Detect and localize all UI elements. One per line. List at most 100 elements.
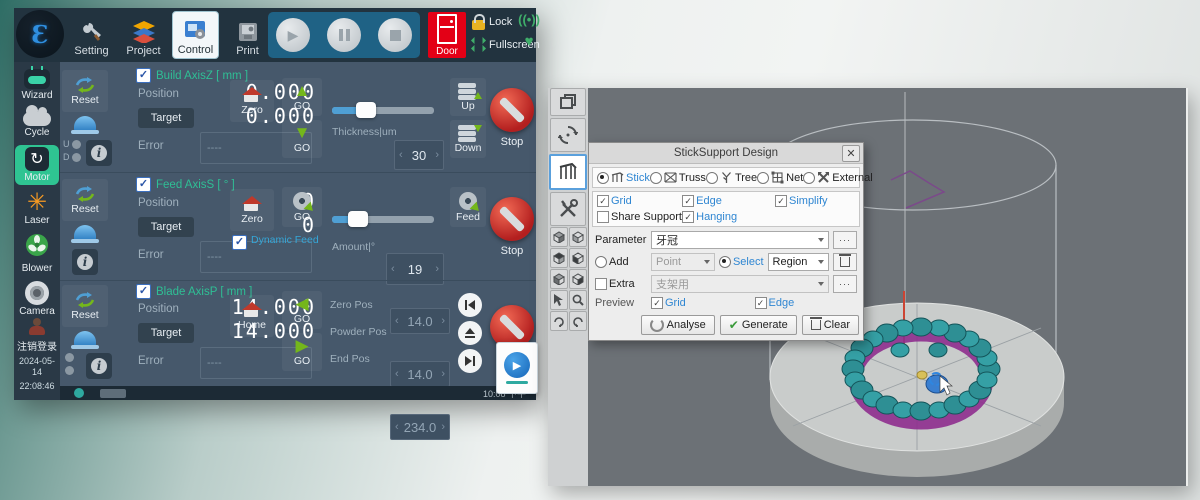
zero-pos-spinner[interactable]: 14.0 — [390, 308, 450, 334]
home-button[interactable]: Home — [230, 295, 274, 337]
zoom-button[interactable] — [569, 290, 587, 310]
view-cube-button[interactable] — [550, 248, 568, 268]
view-cube-button[interactable] — [569, 248, 587, 268]
view-cube-button[interactable] — [569, 227, 587, 247]
rotate-ccw-90-button[interactable] — [569, 311, 587, 331]
view-cube-button[interactable] — [550, 227, 568, 247]
select-radio[interactable]: Select — [719, 256, 764, 268]
powder-pos-spinner[interactable]: 14.0 — [390, 361, 450, 387]
type-option-truss[interactable]: Truss — [650, 171, 706, 184]
parameter-combo[interactable]: 牙冠 — [651, 231, 829, 249]
clear-button[interactable]: Clear — [802, 315, 859, 335]
thickness-spinner[interactable]: 30 — [394, 140, 444, 170]
sidebar-item-wizard[interactable]: Wizard — [14, 69, 60, 101]
extra-combo[interactable]: 支架用 — [651, 275, 829, 293]
go-feed-button[interactable]: GO — [282, 187, 322, 227]
select-cursor-button[interactable] — [550, 290, 568, 310]
slider-knob[interactable] — [348, 211, 368, 227]
signal-icon[interactable]: ((•)) — [518, 12, 540, 27]
go-start-button[interactable] — [458, 293, 482, 317]
sidebar-item-blower[interactable]: Blower — [14, 233, 60, 274]
reset-button[interactable]: Reset — [62, 70, 108, 112]
target-button[interactable]: Target — [138, 108, 194, 128]
preview-grid-checkbox[interactable]: ✓ Grid — [651, 297, 751, 309]
target-button[interactable]: Target — [138, 217, 194, 237]
eject-button[interactable] — [458, 321, 482, 345]
parameter-more-button[interactable]: ··· — [833, 231, 857, 249]
info-button[interactable]: i — [86, 353, 112, 379]
lock-button[interactable]: Lock — [472, 14, 512, 30]
grid-checkbox[interactable]: ✓ Grid — [597, 195, 682, 207]
extra-checkbox[interactable]: Extra — [595, 278, 647, 290]
add-mode-combo[interactable]: Point — [651, 253, 715, 271]
play-circle-icon[interactable]: ▶ — [504, 352, 530, 378]
delete-selection-button[interactable] — [833, 253, 857, 271]
analyse-button[interactable]: Analyse — [641, 315, 715, 335]
layer-down-button[interactable]: Down — [450, 120, 486, 158]
sidebar-item-motor[interactable]: ↻ Motor — [15, 145, 59, 185]
radio-selected-icon — [597, 172, 609, 184]
extra-more-button[interactable]: ··· — [833, 275, 857, 293]
door-button[interactable]: Door — [428, 12, 466, 58]
play-button[interactable]: ▶ — [276, 18, 310, 52]
preview-edge-checkbox[interactable]: ✓ Edge — [755, 297, 795, 309]
rotate-cw-90-button[interactable] — [550, 311, 568, 331]
go-right-button[interactable]: ▶ GO — [282, 333, 322, 371]
feed-speed-slider[interactable] — [332, 216, 434, 223]
sidebar-item-laser[interactable]: ✳ Laser — [14, 192, 60, 226]
sidebar-item-cycle[interactable]: Cycle — [14, 108, 60, 138]
go-up-button[interactable]: ▲ GO — [282, 78, 322, 116]
type-option-external[interactable]: External — [803, 171, 872, 184]
type-option-net[interactable]: Net — [757, 171, 803, 184]
build-stop-button[interactable]: Stop — [490, 72, 534, 164]
media-player-popup[interactable]: ▶ — [496, 342, 538, 394]
import-object-button[interactable] — [550, 88, 586, 116]
slider-knob[interactable] — [356, 102, 376, 118]
target-button[interactable]: Target — [138, 323, 194, 343]
edge-checkbox[interactable]: ✓ Edge — [682, 195, 775, 207]
select-mode-combo[interactable]: Region — [768, 253, 829, 271]
heartbeat-icon[interactable]: ♥ — [525, 33, 534, 50]
type-option-stick[interactable]: Stick — [597, 171, 650, 184]
up-arrow-icon: ▲ — [294, 83, 311, 99]
close-icon[interactable]: ✕ — [842, 145, 860, 162]
type-option-tree[interactable]: Tree — [706, 171, 757, 184]
build-platform-3d-view[interactable]: StickSupport Design ✕ Stick Truss — [588, 88, 1186, 486]
hanging-checkbox[interactable]: ✓ Hanging — [682, 211, 737, 223]
info-button[interactable]: i — [72, 249, 98, 275]
simplify-checkbox[interactable]: ✓ Simplify — [775, 195, 828, 207]
info-button[interactable]: i — [86, 140, 112, 166]
speed-slider[interactable] — [332, 107, 434, 114]
go-down-button[interactable]: ▼ GO — [282, 120, 322, 158]
tab-print[interactable]: Print — [224, 11, 271, 59]
go-end-button[interactable] — [458, 349, 482, 373]
logout-link[interactable]: 注销登录 — [14, 338, 60, 353]
add-radio[interactable]: Add — [595, 256, 647, 268]
go-left-button[interactable]: ◀ GO — [282, 291, 322, 329]
dialog-titlebar[interactable]: StickSupport Design ✕ — [589, 143, 863, 164]
motor-control-panel: Reset U D i ✓ Build AxisZ [ mm ] Positio… — [60, 62, 536, 388]
reset-button[interactable]: Reset — [62, 285, 108, 327]
feed-button[interactable]: Feed — [450, 187, 486, 227]
tab-project[interactable]: Project — [120, 11, 167, 59]
zero-button[interactable]: Zero — [230, 189, 274, 231]
sidebar-item-camera[interactable]: Camera — [14, 281, 60, 317]
reset-button[interactable]: Reset — [62, 179, 108, 221]
zero-button[interactable]: Zero — [230, 80, 274, 122]
radio-icon — [706, 172, 718, 184]
tools-button[interactable] — [550, 192, 586, 226]
generate-button[interactable]: ✔ Generate — [720, 315, 797, 335]
pause-button[interactable] — [327, 18, 361, 52]
layer-up-button[interactable]: Up — [450, 78, 486, 116]
dynamic-feed-checkbox[interactable]: ✓ Dynamic Feed — [232, 235, 322, 250]
stick-support-tool-button[interactable] — [549, 154, 587, 190]
tab-setting[interactable]: Setting — [68, 11, 115, 59]
share-support-checkbox[interactable]: Share Support — [597, 211, 682, 223]
end-pos-spinner[interactable]: 234.0 — [390, 414, 450, 440]
tab-control[interactable]: Control — [172, 11, 219, 59]
stop-playback-button[interactable] — [378, 18, 412, 52]
view-cube-button[interactable] — [550, 269, 568, 289]
feed-stop-button[interactable]: Stop — [490, 181, 534, 273]
view-cube-button[interactable] — [569, 269, 587, 289]
refresh-view-button[interactable] — [550, 118, 586, 152]
